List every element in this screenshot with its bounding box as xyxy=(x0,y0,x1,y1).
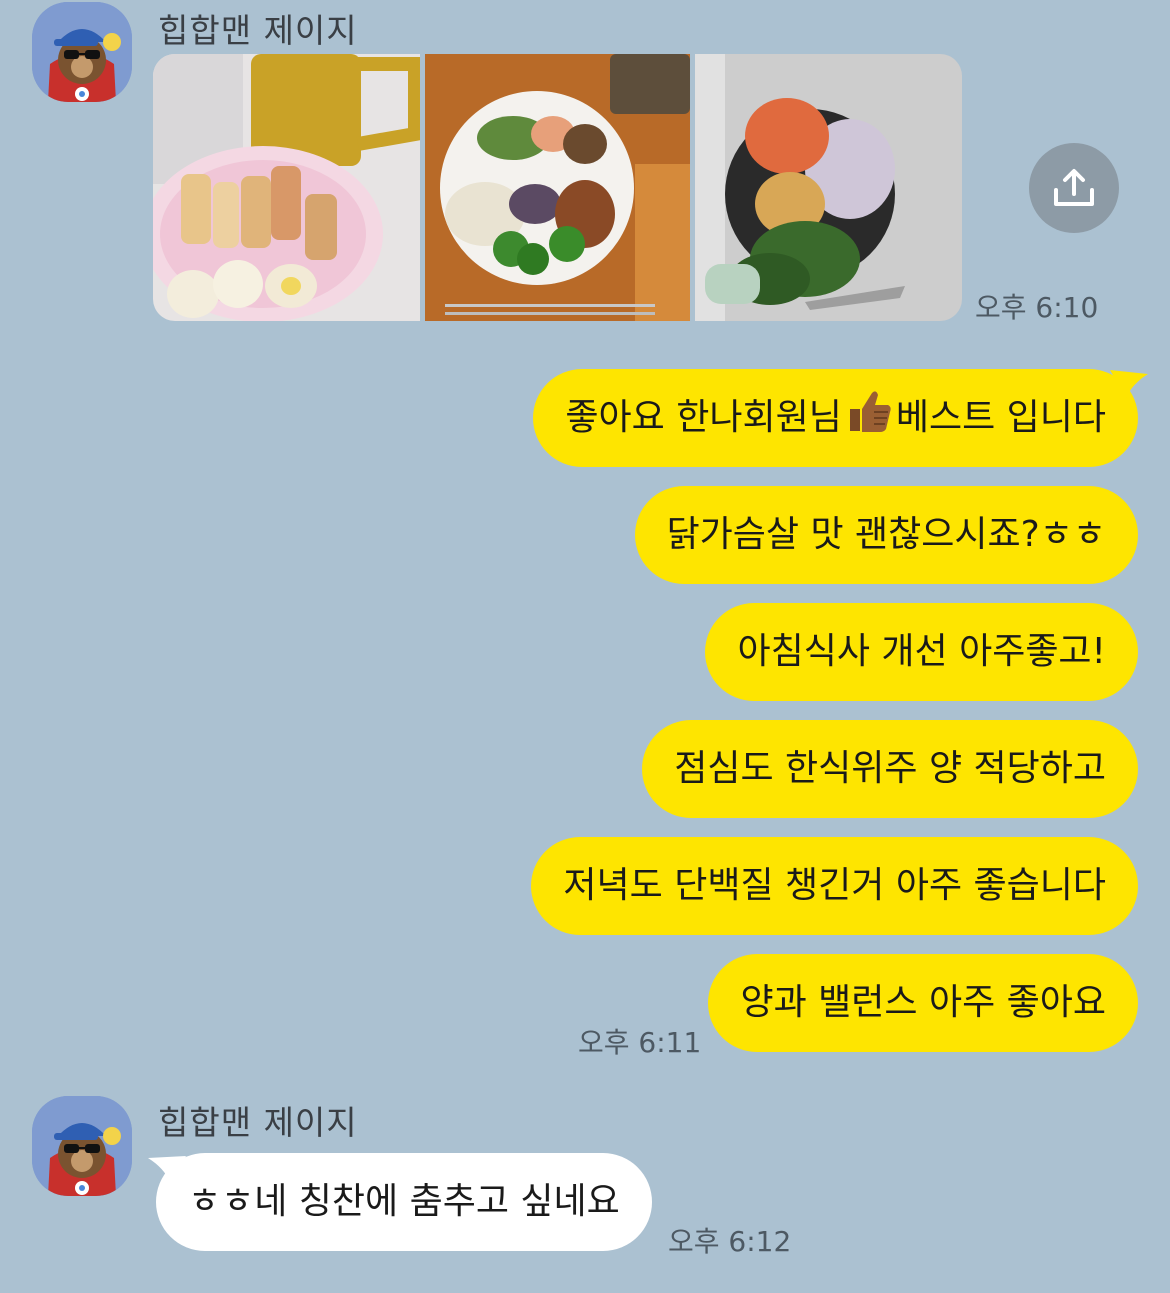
message-text: 양과 밸런스 아주 좋아요 xyxy=(740,982,1106,1023)
avatar[interactable] xyxy=(32,1096,132,1196)
timestamp: 오후 6:12 xyxy=(668,1225,792,1258)
breakfast-photo[interactable] xyxy=(153,54,420,321)
sender-name: 힙합맨 제이지 xyxy=(158,11,358,50)
message-text: 점심도 한식위주 양 적당하고 xyxy=(674,748,1106,789)
breakfast-image xyxy=(153,54,420,321)
message-text: 아침식사 개선 아주좋고! xyxy=(737,631,1106,672)
message-text: 베스트 입니다 xyxy=(895,397,1106,438)
outgoing-message[interactable]: 양과 밸런스 아주 좋아요 xyxy=(708,954,1138,1052)
outgoing-message[interactable]: 좋아요 한나회원님 베스트 입니다 xyxy=(533,369,1138,467)
avatar[interactable] xyxy=(32,2,132,102)
message-text: 닭가슴살 맛 괜찮으시죠?ㅎㅎ xyxy=(666,514,1106,555)
message-text: ㅎㅎ네 칭찬에 춤추고 싶네요 xyxy=(188,1181,620,1222)
share-button[interactable] xyxy=(1029,143,1119,233)
outgoing-message[interactable]: 아침식사 개선 아주좋고! xyxy=(705,603,1138,701)
outgoing-message[interactable]: 저녁도 단백질 챙긴거 아주 좋습니다 xyxy=(531,837,1138,935)
message-text: 좋아요 한나회원님 xyxy=(565,397,842,438)
sender-name: 힙합맨 제이지 xyxy=(158,1103,358,1142)
dinner-image xyxy=(695,54,962,321)
outgoing-message[interactable]: 닭가슴살 맛 괜찮으시죠?ㅎㅎ xyxy=(634,486,1138,584)
dinner-photo[interactable] xyxy=(695,54,962,321)
outgoing-message[interactable]: 점심도 한식위주 양 적당하고 xyxy=(642,720,1138,818)
timestamp: 오후 6:11 xyxy=(578,1026,702,1059)
thumbs-up-emoji xyxy=(844,375,894,473)
share-icon xyxy=(1054,169,1094,206)
bubble-tail xyxy=(1110,370,1148,398)
message-text: 저녁도 단백질 챙긴거 아주 좋습니다 xyxy=(563,865,1106,906)
profile-character-icon xyxy=(32,1096,132,1196)
timestamp: 오후 6:10 xyxy=(975,291,1099,324)
lunch-photo[interactable] xyxy=(425,54,690,321)
lunch-image xyxy=(425,54,690,321)
profile-character-icon xyxy=(32,2,132,102)
photo-group xyxy=(153,54,962,321)
incoming-message[interactable]: ㅎㅎ네 칭찬에 춤추고 싶네요 xyxy=(156,1153,652,1251)
